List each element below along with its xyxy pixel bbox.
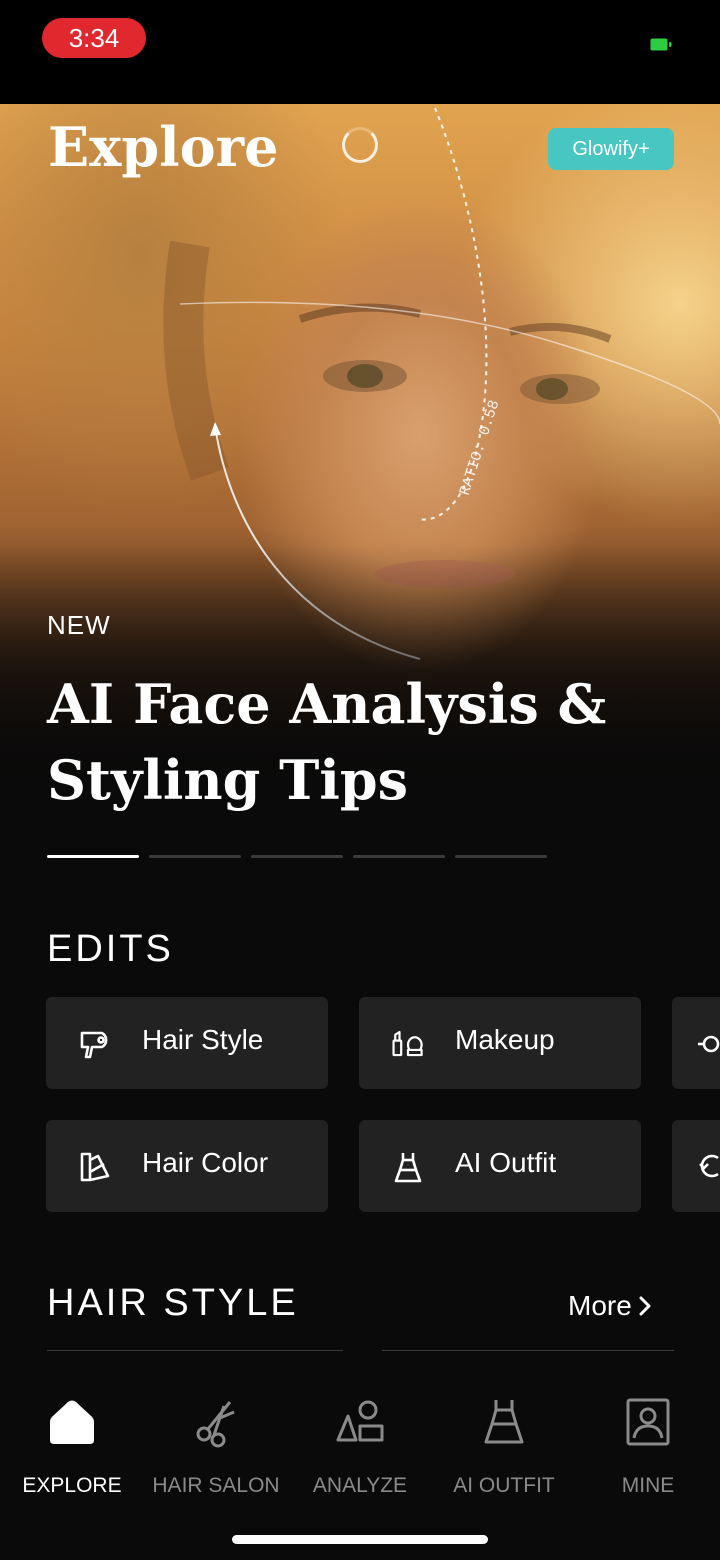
dress-icon	[484, 1400, 524, 1444]
carousel-dot[interactable]	[149, 855, 241, 858]
status-bar: 3:34	[0, 0, 720, 104]
hair-style-button[interactable]: Hair Style	[46, 997, 328, 1089]
tab-ai-outfit-label: AI OUTFIT	[453, 1474, 555, 1497]
hero-tag: NEW	[47, 610, 111, 640]
hair-style-section-title: HAIR STYLE	[47, 1282, 299, 1324]
hero-title: AI Face Analysis & Styling Tips	[47, 672, 607, 812]
tab-explore-label: EXPLORE	[22, 1474, 122, 1497]
carousel-dot[interactable]	[47, 855, 139, 858]
profile-icon	[626, 1398, 670, 1446]
page-title: Explore	[48, 115, 279, 179]
tab-ai-outfit[interactable]: AI OUTFIT	[432, 1380, 576, 1520]
shapes-icon	[336, 1400, 384, 1442]
carousel-dot[interactable]	[251, 855, 343, 858]
carousel-dot[interactable]	[353, 855, 445, 858]
hair-dryer-icon	[80, 1031, 108, 1059]
premium-badge-button[interactable]: Glowify+	[548, 128, 674, 170]
color-swatch-icon	[80, 1152, 110, 1182]
partial-icon	[698, 1035, 720, 1053]
tab-analyze-label: ANALYZE	[312, 1474, 408, 1497]
scissors-icon	[196, 1401, 235, 1448]
makeup-icon	[392, 1030, 423, 1057]
edit-button-partial[interactable]	[672, 997, 720, 1089]
battery-icon	[650, 38, 672, 51]
tab-hair-salon[interactable]: HAIR SALON	[144, 1380, 288, 1520]
home-indicator[interactable]	[232, 1535, 488, 1544]
carousel-indicators	[47, 855, 547, 858]
partial-icon	[699, 1154, 719, 1178]
hair-color-label: Hair Color	[142, 1147, 269, 1178]
status-time: 3:34	[42, 18, 146, 58]
card-divider	[382, 1350, 674, 1351]
makeup-label: Makeup	[455, 1024, 555, 1055]
hair-color-button[interactable]: Hair Color	[46, 1120, 328, 1212]
home-icon	[50, 1400, 94, 1444]
dress-icon	[394, 1153, 422, 1183]
chevron-right-icon	[639, 1296, 651, 1316]
ai-outfit-label: AI Outfit	[455, 1147, 557, 1178]
tab-explore[interactable]: EXPLORE	[0, 1380, 144, 1520]
hair-style-label: Hair Style	[142, 1024, 264, 1055]
more-label: More	[568, 1290, 632, 1321]
more-link[interactable]: More	[568, 1290, 652, 1322]
ratio-label: RATIO: 0.58	[457, 398, 504, 497]
loading-spinner-icon	[342, 127, 378, 163]
tab-bar: EXPLORE HAIR SALON ANALYZE AI OUTFIT MIN…	[0, 1380, 720, 1560]
edit-button-partial[interactable]	[672, 1120, 720, 1212]
tab-hair-salon-label: HAIR SALON	[152, 1474, 280, 1497]
carousel-dot[interactable]	[455, 855, 547, 858]
ai-outfit-button[interactable]: AI Outfit	[359, 1120, 641, 1212]
tab-analyze[interactable]: ANALYZE	[288, 1380, 432, 1520]
tab-mine[interactable]: MINE	[576, 1380, 720, 1520]
tab-mine-label: MINE	[621, 1474, 675, 1497]
edits-section-title: EDITS	[47, 928, 174, 970]
makeup-button[interactable]: Makeup	[359, 997, 641, 1089]
card-divider	[47, 1350, 343, 1351]
